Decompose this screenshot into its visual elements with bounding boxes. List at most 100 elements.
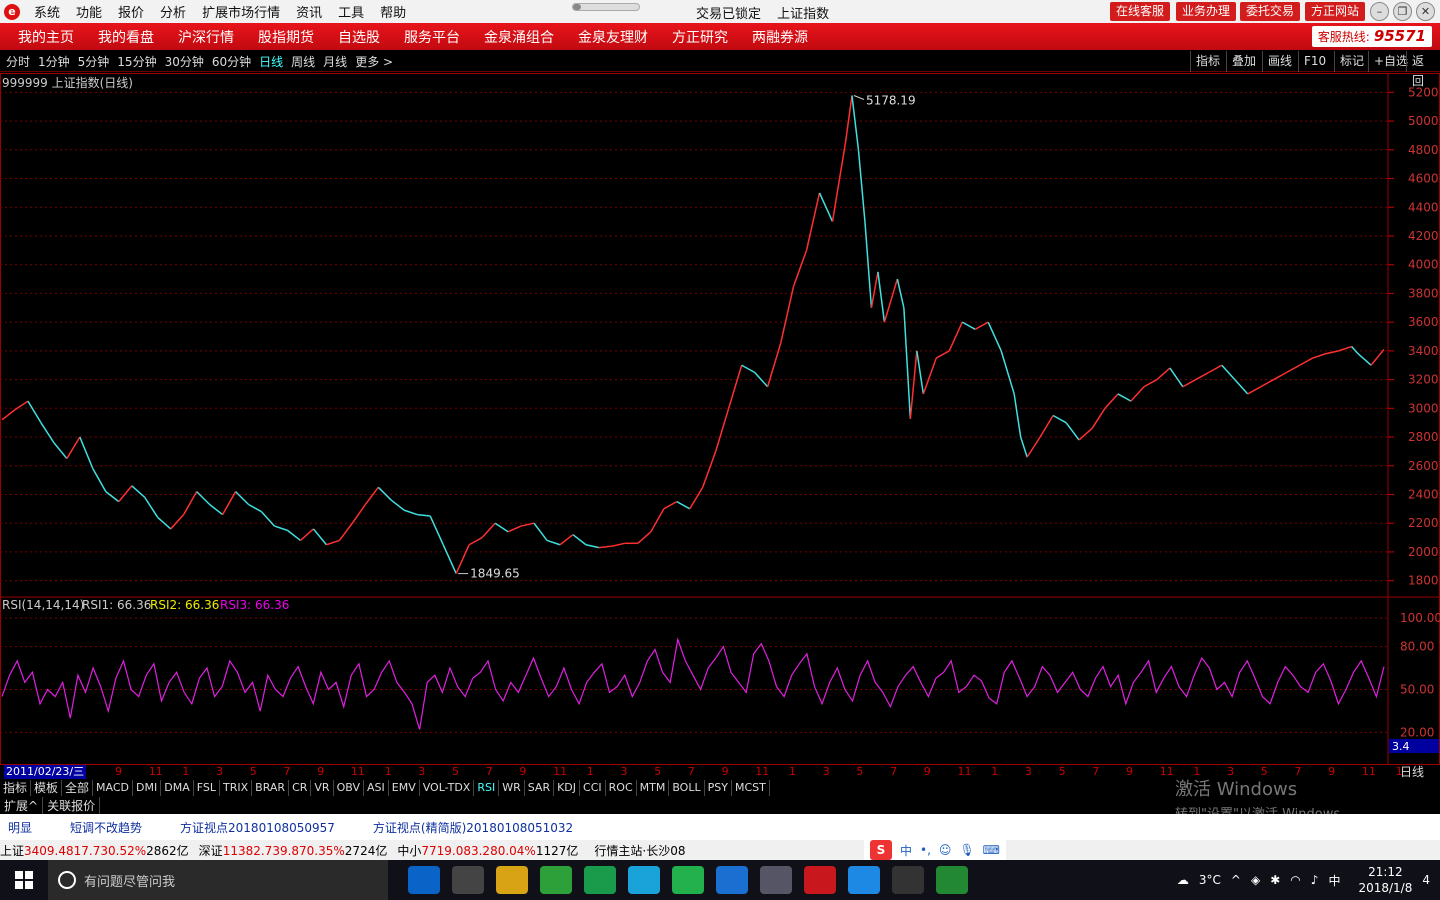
toolbar-button[interactable]: 返回 — [1406, 51, 1440, 88]
minimize-icon[interactable]: – — [1370, 2, 1389, 21]
indicator-tab[interactable]: TRIX — [220, 779, 253, 796]
bluetooth-icon[interactable]: ✱ — [1270, 873, 1280, 887]
indicator-tab[interactable]: WR — [499, 779, 525, 796]
indicator-tab[interactable]: 指标 — [0, 779, 32, 796]
menu-item[interactable]: 工具 — [338, 6, 364, 21]
menu-item[interactable]: 报价 — [118, 6, 144, 21]
ie-icon[interactable] — [716, 866, 748, 894]
toolbar-button[interactable]: 叠加 — [1226, 51, 1261, 72]
wps-icon[interactable] — [848, 866, 880, 894]
menu-item[interactable]: 帮助 — [380, 6, 406, 21]
video-player-icon[interactable] — [628, 866, 660, 894]
news-item[interactable]: 明显 — [8, 819, 32, 836]
index-quote[interactable]: 深证11382.739.870.35%2724亿 — [199, 842, 388, 859]
notification-icon[interactable]: 4 — [1422, 873, 1430, 887]
indicator-tab[interactable]: CR — [289, 779, 312, 796]
news-item[interactable]: 方证视点(精简版)20180108051032 — [373, 819, 573, 836]
menu-item[interactable]: 扩展市场行情 — [202, 6, 280, 21]
period-tab[interactable]: 分时 — [6, 53, 30, 70]
keyboard-icon[interactable]: ⌨ — [983, 843, 1000, 857]
toolbar-button[interactable]: 标记 — [1334, 51, 1369, 72]
nav-item[interactable]: 两融券源 — [752, 27, 808, 47]
nav-item[interactable]: 金泉友理财 — [578, 27, 648, 47]
kline-chart[interactable]: 1800 2000 2200 2400 2600 2800 3000 3200 3400 3600… — [0, 73, 1440, 765]
menu-item[interactable]: 分析 — [160, 6, 186, 21]
menu-item[interactable]: 功能 — [76, 6, 102, 21]
nav-item[interactable]: 方正研究 — [672, 27, 728, 47]
nav-item[interactable]: 股指期货 — [258, 27, 314, 47]
ext-tab[interactable]: 扩展^ — [0, 796, 44, 814]
index-quote[interactable]: 上证3409.4817.730.52%2862亿 — [0, 842, 189, 859]
period-tab[interactable]: 5分钟 — [78, 53, 110, 70]
period-tab[interactable]: 更多 > — [355, 53, 393, 70]
market-station[interactable]: 行情主站·长沙08 — [594, 842, 685, 859]
chevron-up-icon[interactable]: ^ — [1231, 873, 1241, 887]
edge-icon[interactable] — [408, 866, 440, 894]
indicator-tab[interactable]: DMI — [133, 779, 162, 796]
nav-item[interactable]: 服务平台 — [404, 27, 460, 47]
website-button[interactable]: 方正网站 — [1305, 2, 1366, 21]
indicator-tab[interactable]: ASI — [364, 779, 389, 796]
indicator-tab[interactable]: OBV — [334, 779, 364, 796]
network-app-icon[interactable] — [760, 866, 792, 894]
indicator-tab[interactable]: ROC — [606, 779, 637, 796]
period-tab[interactable]: 15分钟 — [117, 53, 156, 70]
transparency-slider[interactable] — [572, 3, 640, 11]
media-icon[interactable] — [892, 866, 924, 894]
nav-item[interactable]: 自选股 — [338, 27, 380, 47]
period-tab[interactable]: 日线 — [259, 53, 283, 70]
online-service-button[interactable]: 在线客服 — [1110, 2, 1171, 21]
menu-item[interactable]: 资讯 — [296, 6, 322, 21]
browser-icon[interactable] — [540, 866, 572, 894]
indicator-tab[interactable]: MCST — [732, 779, 770, 796]
close-icon[interactable]: ✕ — [1416, 2, 1435, 21]
punctuation-icon[interactable]: •, — [920, 843, 931, 857]
indicator-tab[interactable]: MACD — [93, 779, 134, 796]
trade-button[interactable]: 委托交易 — [1240, 2, 1301, 21]
toolbar-button[interactable]: F10 — [1298, 51, 1331, 72]
nav-item[interactable]: 我的主页 — [18, 27, 74, 47]
nav-item[interactable]: 金泉涌组合 — [484, 27, 554, 47]
toolbar-button[interactable]: 画线 — [1262, 51, 1297, 72]
news-item[interactable]: 方证视点20180108050957 — [180, 819, 335, 836]
wifi-icon[interactable]: ◠ — [1290, 873, 1300, 887]
stock-app-icon[interactable] — [804, 866, 836, 894]
period-tab[interactable]: 30分钟 — [165, 53, 204, 70]
menu-item[interactable]: 系统 — [34, 6, 60, 21]
index-quote[interactable]: 中小7719.083.280.04%1127亿 — [397, 842, 578, 859]
ime-mode[interactable]: 中 — [900, 842, 912, 859]
indicator-tab[interactable]: EMV — [389, 779, 420, 796]
indicator-tab[interactable]: 模板 — [31, 779, 63, 796]
ext-tab[interactable]: 关联报价 — [43, 796, 101, 814]
indicator-tab[interactable]: KDJ — [554, 779, 581, 796]
indicator-tab[interactable]: BOLL — [669, 779, 705, 796]
period-tab[interactable]: 1分钟 — [38, 53, 70, 70]
period-tab[interactable]: 60分钟 — [212, 53, 251, 70]
clock[interactable]: 21:12 2018/1/8 — [1358, 864, 1412, 896]
nav-item[interactable]: 沪深行情 — [178, 27, 234, 47]
indicator-tab[interactable]: VOL-TDX — [420, 779, 475, 796]
emoji-icon[interactable]: ☺ — [939, 843, 952, 857]
indicator-tab[interactable]: PSY — [705, 779, 732, 796]
app-green-icon[interactable] — [584, 866, 616, 894]
indicator-tab[interactable]: SAR — [525, 779, 555, 796]
period-tab[interactable]: 月线 — [323, 53, 347, 70]
indicator-tab[interactable]: FSL — [194, 779, 220, 796]
shield-icon[interactable]: ◈ — [1251, 873, 1260, 887]
period-tab[interactable]: 周线 — [291, 53, 315, 70]
indicator-tab[interactable]: RSI — [474, 779, 500, 796]
indicator-tab[interactable]: 全部 — [62, 779, 94, 796]
nav-item[interactable]: 我的看盘 — [98, 27, 154, 47]
toolbar-button[interactable]: 指标 — [1190, 51, 1225, 72]
iqiyi-icon[interactable] — [672, 866, 704, 894]
globe-icon[interactable] — [936, 866, 968, 894]
cortana-search[interactable]: 有问题尽管问我 — [48, 860, 388, 900]
volume-icon[interactable]: ♪ — [1311, 873, 1319, 887]
sogou-ime-icon[interactable]: S — [870, 840, 892, 860]
indicator-tab[interactable]: DMA — [161, 779, 194, 796]
indicator-tab[interactable]: CCI — [580, 779, 606, 796]
indicator-tab[interactable]: MTM — [637, 779, 670, 796]
weather-icon[interactable]: ☁ — [1177, 873, 1189, 887]
restore-icon[interactable]: ❐ — [1393, 2, 1412, 21]
explorer-icon[interactable] — [496, 866, 528, 894]
